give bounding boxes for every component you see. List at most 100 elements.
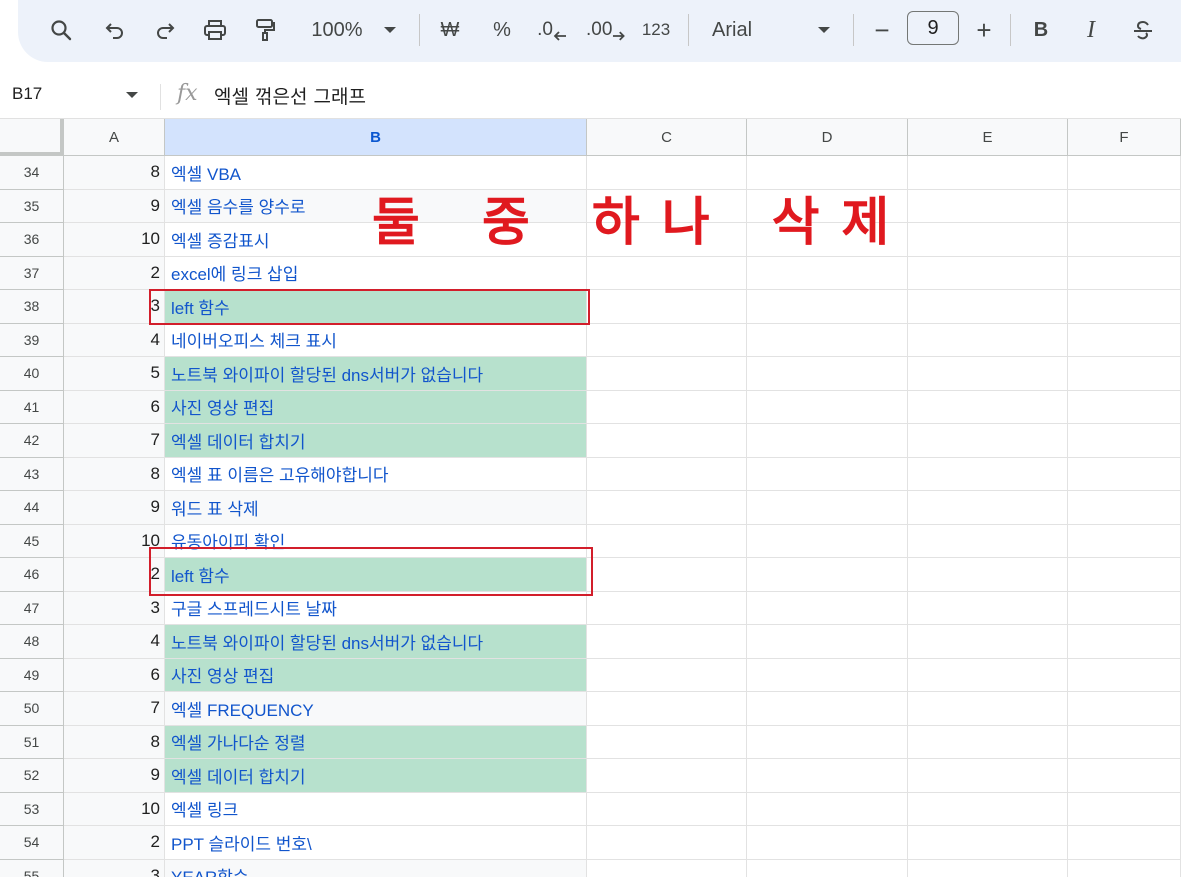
row-header[interactable]: 49 — [0, 658, 64, 692]
font-size-input[interactable]: 9 — [907, 11, 959, 45]
cell-e[interactable] — [908, 424, 1068, 458]
chevron-down-icon[interactable] — [126, 92, 138, 98]
cell-d[interactable] — [747, 625, 908, 659]
cell-c[interactable] — [587, 357, 747, 391]
row-header[interactable]: 35 — [0, 189, 64, 223]
cell-c[interactable] — [587, 256, 747, 290]
cell-a[interactable]: 8 — [64, 457, 165, 491]
cell-f[interactable] — [1068, 390, 1181, 424]
row-header[interactable]: 34 — [0, 156, 64, 190]
cell-a[interactable]: 2 — [64, 256, 165, 290]
cell-f[interactable] — [1068, 457, 1181, 491]
row-header[interactable]: 55 — [0, 859, 64, 877]
cell-d[interactable] — [747, 859, 908, 877]
cell-a[interactable]: 9 — [64, 759, 165, 793]
cell-d[interactable] — [747, 491, 908, 525]
row-header[interactable]: 37 — [0, 256, 64, 290]
cell-f[interactable] — [1068, 625, 1181, 659]
row-header[interactable]: 51 — [0, 725, 64, 759]
cell-d[interactable] — [747, 591, 908, 625]
cell-b[interactable]: 엑셀 FREQUENCY — [165, 692, 587, 726]
cell-c[interactable] — [587, 591, 747, 625]
increase-decimal-button[interactable]: .00 — [586, 14, 626, 46]
cell-f[interactable] — [1068, 759, 1181, 793]
cell-b[interactable]: 노트북 와이파이 할당된 dns서버가 없습니다 — [165, 625, 587, 659]
cell-a[interactable]: 2 — [64, 826, 165, 860]
cell-e[interactable] — [908, 759, 1068, 793]
cell-e[interactable] — [908, 591, 1068, 625]
row-header[interactable]: 48 — [0, 625, 64, 659]
cell-c[interactable] — [587, 658, 747, 692]
print-icon[interactable] — [200, 14, 230, 46]
row-header[interactable]: 41 — [0, 390, 64, 424]
cell-c[interactable] — [587, 524, 747, 558]
cell-c[interactable] — [587, 759, 747, 793]
cell-d[interactable] — [747, 725, 908, 759]
cell-e[interactable] — [908, 223, 1068, 257]
cell-a[interactable]: 10 — [64, 223, 165, 257]
cell-e[interactable] — [908, 357, 1068, 391]
row-header[interactable]: 44 — [0, 491, 64, 525]
cell-d[interactable] — [747, 658, 908, 692]
cell-a[interactable]: 10 — [64, 792, 165, 826]
cell-c[interactable] — [587, 424, 747, 458]
cell-d[interactable] — [747, 323, 908, 357]
cell-b[interactable]: excel에 링크 삽입 — [165, 256, 587, 290]
row-header[interactable]: 47 — [0, 591, 64, 625]
column-header-b[interactable]: B — [165, 119, 587, 156]
decrease-font-size-button[interactable]: − — [869, 14, 895, 46]
cell-c[interactable] — [587, 290, 747, 324]
row-header[interactable]: 54 — [0, 826, 64, 860]
currency-format-button[interactable]: ₩ — [436, 14, 464, 46]
row-header[interactable]: 40 — [0, 357, 64, 391]
cell-c[interactable] — [587, 491, 747, 525]
cell-f[interactable] — [1068, 558, 1181, 592]
cell-d[interactable] — [747, 759, 908, 793]
cell-a[interactable]: 4 — [64, 323, 165, 357]
chevron-down-icon[interactable] — [380, 14, 400, 46]
search-icon[interactable] — [46, 14, 76, 46]
row-header[interactable]: 39 — [0, 323, 64, 357]
cell-e[interactable] — [908, 256, 1068, 290]
bold-button[interactable]: B — [1028, 14, 1054, 46]
cell-f[interactable] — [1068, 826, 1181, 860]
cell-e[interactable] — [908, 558, 1068, 592]
cell-f[interactable] — [1068, 792, 1181, 826]
font-family-select[interactable]: Arial — [712, 14, 772, 46]
cell-e[interactable] — [908, 491, 1068, 525]
redo-icon[interactable] — [150, 14, 180, 46]
row-header[interactable]: 38 — [0, 290, 64, 324]
cell-f[interactable] — [1068, 223, 1181, 257]
cell-e[interactable] — [908, 658, 1068, 692]
cell-c[interactable] — [587, 859, 747, 877]
row-header[interactable]: 52 — [0, 759, 64, 793]
cell-c[interactable] — [587, 625, 747, 659]
cell-c[interactable] — [587, 457, 747, 491]
undo-icon[interactable] — [100, 14, 130, 46]
row-header[interactable]: 53 — [0, 792, 64, 826]
column-header-e[interactable]: E — [908, 119, 1068, 156]
chevron-down-icon[interactable] — [814, 14, 834, 46]
cell-f[interactable] — [1068, 256, 1181, 290]
cell-a[interactable]: 9 — [64, 491, 165, 525]
cell-f[interactable] — [1068, 424, 1181, 458]
cell-f[interactable] — [1068, 658, 1181, 692]
cell-b[interactable]: PPT 슬라이드 번호\ — [165, 826, 587, 860]
formula-input[interactable]: 엑셀 꺾은선 그래프 — [214, 82, 366, 109]
cell-f[interactable] — [1068, 323, 1181, 357]
cell-f[interactable] — [1068, 156, 1181, 190]
cell-d[interactable] — [747, 457, 908, 491]
cell-a[interactable]: 6 — [64, 390, 165, 424]
cell-d[interactable] — [747, 792, 908, 826]
italic-button[interactable]: I — [1078, 14, 1104, 46]
column-header-f[interactable]: F — [1068, 119, 1181, 156]
cell-c[interactable] — [587, 558, 747, 592]
row-header[interactable]: 50 — [0, 692, 64, 726]
cell-c[interactable] — [587, 826, 747, 860]
cell-d[interactable] — [747, 290, 908, 324]
cell-a[interactable]: 7 — [64, 424, 165, 458]
cell-f[interactable] — [1068, 290, 1181, 324]
cell-e[interactable] — [908, 290, 1068, 324]
cell-b[interactable]: 엑셀 데이터 합치기 — [165, 759, 587, 793]
cell-a[interactable]: 9 — [64, 189, 165, 223]
